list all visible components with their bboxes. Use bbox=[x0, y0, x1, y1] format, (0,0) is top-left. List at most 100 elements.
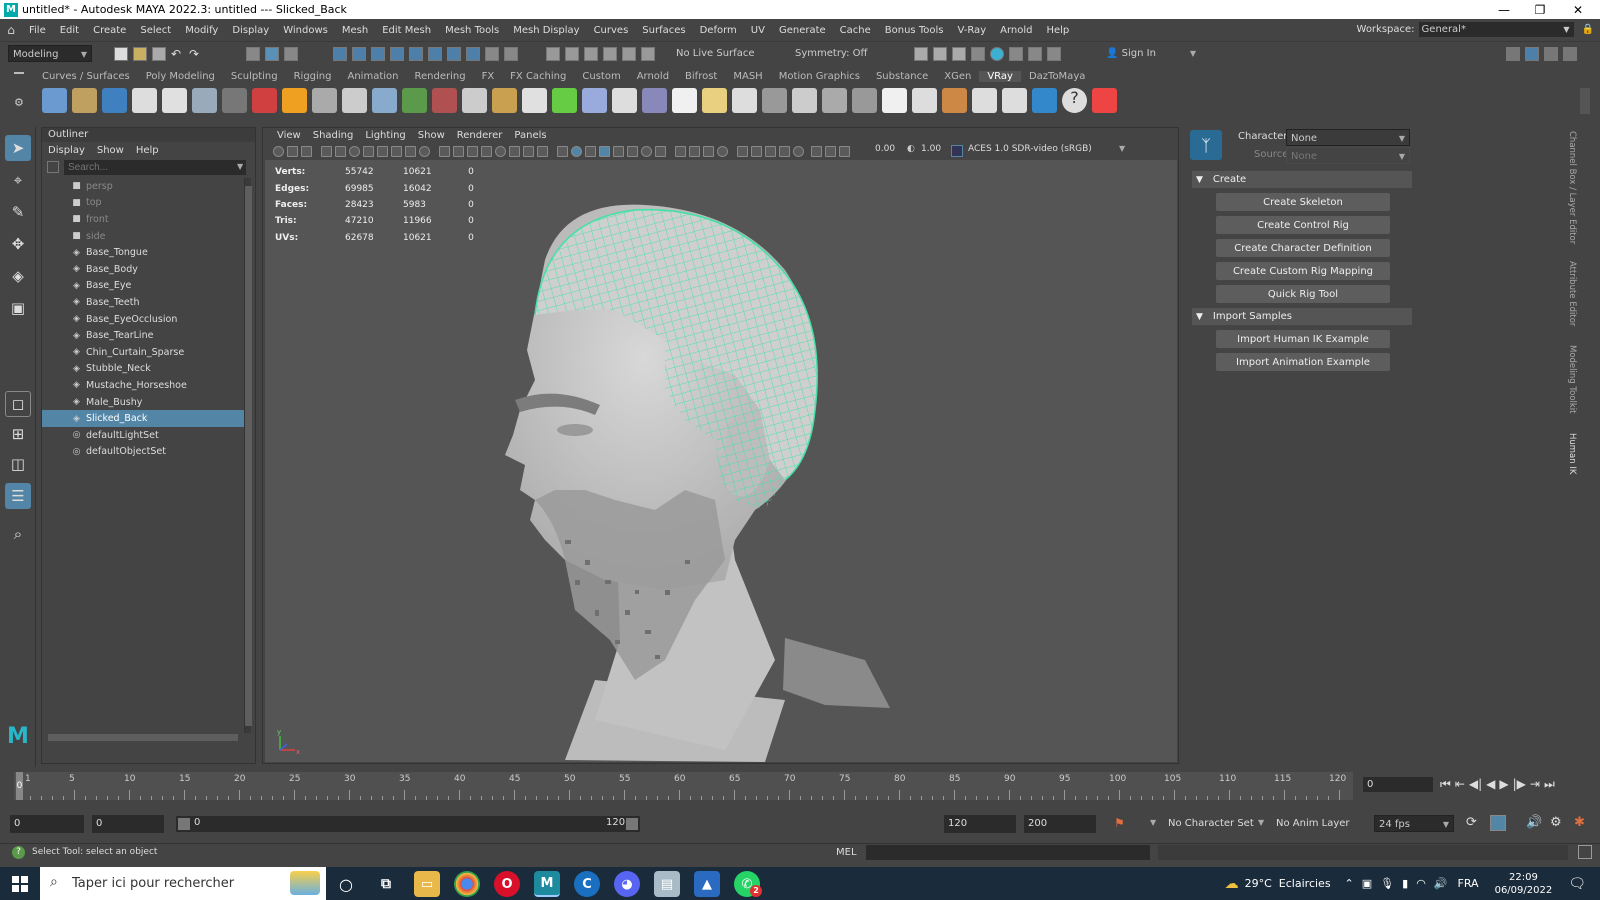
new-scene-icon[interactable] bbox=[114, 47, 128, 61]
vray-color-icon[interactable] bbox=[1032, 88, 1057, 113]
import-samples-section[interactable]: ▼ Import Samples bbox=[1192, 308, 1412, 325]
pan-icon[interactable] bbox=[793, 146, 804, 157]
shelf-tab-vray[interactable]: VRay bbox=[979, 71, 1021, 82]
vray-camera-icon[interactable] bbox=[222, 88, 247, 113]
menu-bonus-tools[interactable]: Bonus Tools bbox=[878, 25, 951, 36]
outliner-item-mustache-horseshoe[interactable]: ◈ Mustache_Horseshoe bbox=[42, 377, 244, 394]
vray-plant-icon[interactable] bbox=[552, 88, 577, 113]
menu-edit[interactable]: Edit bbox=[53, 25, 86, 36]
task-view-icon[interactable]: ⧉ bbox=[373, 871, 399, 897]
vray-cosmos-icon[interactable] bbox=[1002, 88, 1027, 113]
head-model[interactable]: y x bbox=[265, 160, 1177, 762]
default-material-icon[interactable] bbox=[453, 146, 464, 157]
command-line-input[interactable] bbox=[866, 845, 1150, 860]
live-surface-field[interactable]: No Live Surface bbox=[672, 45, 772, 62]
time-slider[interactable]: 1 5 10 15 20 25 30 35 40 45 50 55 60 65 70 75 80 85 90 95 10… bbox=[14, 768, 1353, 802]
vray-chaos-cloud-icon[interactable] bbox=[942, 88, 967, 113]
scale-tool-icon[interactable]: ▣ bbox=[5, 295, 31, 321]
film-gate-icon[interactable] bbox=[335, 146, 346, 157]
taskbar-search-box[interactable]: ⌕ Taper ici pour rechercher bbox=[40, 867, 326, 900]
vray-sphere-light-icon[interactable] bbox=[162, 88, 187, 113]
vray-sphere-icon[interactable] bbox=[522, 88, 547, 113]
ambient-occlusion-icon[interactable] bbox=[523, 146, 534, 157]
shelf-tab-arnold[interactable]: Arnold bbox=[629, 71, 677, 82]
range-end-handle[interactable] bbox=[626, 818, 638, 830]
tray-chevron-icon[interactable]: ⌃ bbox=[1345, 877, 1354, 890]
menu-cache[interactable]: Cache bbox=[833, 25, 878, 36]
ipr-render-icon[interactable] bbox=[952, 47, 966, 61]
wireframe-icon[interactable] bbox=[419, 146, 430, 157]
attribute-editor-icon[interactable] bbox=[1525, 47, 1539, 61]
photos-icon[interactable]: ▲ bbox=[694, 871, 720, 897]
minimize-icon[interactable]: — bbox=[1486, 0, 1522, 19]
shelf-tab-animation[interactable]: Animation bbox=[340, 71, 407, 82]
shelf-tab-mash[interactable]: MASH bbox=[725, 71, 770, 82]
snap-live-icon[interactable] bbox=[622, 47, 636, 61]
create-custom-rig-mapping-button[interactable]: Create Custom Rig Mapping bbox=[1216, 262, 1390, 280]
menu-select[interactable]: Select bbox=[133, 25, 178, 36]
outliner-item-defaultobjectset[interactable]: ◎ defaultObjectSet bbox=[42, 444, 244, 461]
gamma-value[interactable]: 1.00 bbox=[921, 144, 941, 154]
clock[interactable]: 22:09 06/09/2022 bbox=[1495, 871, 1553, 897]
hypershade-icon[interactable] bbox=[990, 47, 1004, 61]
microphone-icon[interactable]: 🎙 bbox=[1380, 877, 1394, 890]
gate-mask-icon[interactable] bbox=[363, 146, 374, 157]
outliner-item-top[interactable]: ■ top bbox=[42, 195, 244, 212]
image-plane-icon[interactable] bbox=[301, 146, 312, 157]
menu-create[interactable]: Create bbox=[86, 25, 133, 36]
symmetry-field[interactable]: Symmetry: Off bbox=[791, 45, 871, 62]
render-setup-icon[interactable] bbox=[1009, 47, 1023, 61]
menu-display[interactable]: Display bbox=[225, 25, 276, 36]
select-component-icon[interactable] bbox=[284, 47, 298, 61]
outliner-item-chin-curtain-sparse[interactable]: ◈ Chin_Curtain_Sparse bbox=[42, 344, 244, 361]
viewport-menu-lighting[interactable]: Lighting bbox=[359, 130, 411, 141]
vray-ball-icon[interactable] bbox=[822, 88, 847, 113]
vray-mesh-light-icon[interactable] bbox=[792, 88, 817, 113]
viewport-menu-panels[interactable]: Panels bbox=[508, 130, 552, 141]
select-by-handle-icon[interactable] bbox=[333, 47, 347, 61]
outliner-menu-display[interactable]: Display bbox=[48, 145, 85, 156]
3d-viewport[interactable]: Verts: 55742 10621 0 Edges: 69985 16042 0 Faces:… bbox=[265, 160, 1177, 762]
vray-toon-icon[interactable] bbox=[462, 88, 487, 113]
shelf-scroll[interactable] bbox=[1580, 88, 1590, 114]
frame-selected-icon[interactable] bbox=[779, 146, 790, 157]
shelf-tab-rigging[interactable]: Rigging bbox=[286, 71, 340, 82]
tab-channel-box[interactable]: Channel Box / Layer Editor bbox=[1567, 131, 1577, 244]
snap-curve-icon[interactable] bbox=[565, 47, 579, 61]
four-view-icon[interactable]: ⊞ bbox=[5, 421, 31, 447]
outliner-item-base-tearline[interactable]: ◈ Base_TearLine bbox=[42, 327, 244, 344]
menu-uv[interactable]: UV bbox=[744, 25, 772, 36]
outliner-item-male-bushy[interactable]: ◈ Male_Bushy bbox=[42, 394, 244, 411]
outliner-item-persp[interactable]: ■ persp bbox=[42, 178, 244, 195]
file-explorer-icon[interactable]: ▭ bbox=[414, 871, 440, 897]
menu-surfaces[interactable]: Surfaces bbox=[635, 25, 692, 36]
playback-start-field[interactable]: 0 bbox=[92, 815, 164, 833]
discord-icon[interactable]: ◕ bbox=[614, 871, 640, 897]
menu-curves[interactable]: Curves bbox=[587, 25, 636, 36]
vray-scatter-icon[interactable] bbox=[582, 88, 607, 113]
bake-icon[interactable] bbox=[751, 146, 762, 157]
camera-icon[interactable] bbox=[655, 146, 666, 157]
go-to-end-icon[interactable]: ⏭ bbox=[1544, 777, 1555, 792]
app-c-icon[interactable]: C bbox=[574, 871, 600, 897]
menu-windows[interactable]: Windows bbox=[276, 25, 335, 36]
action-center-icon[interactable]: 🗨 bbox=[1568, 876, 1586, 892]
shelf-tab-bifrost[interactable]: Bifrost bbox=[677, 71, 725, 82]
language-indicator[interactable]: FRA bbox=[1458, 877, 1479, 890]
menu-mesh-tools[interactable]: Mesh Tools bbox=[438, 25, 506, 36]
viewport-hud-icon[interactable] bbox=[717, 146, 728, 157]
shelf-tab-xgen[interactable]: XGen bbox=[936, 71, 979, 82]
search-dropdown-icon[interactable]: ▼ bbox=[237, 162, 243, 171]
vray-fur-icon[interactable] bbox=[402, 88, 427, 113]
use-lights-icon[interactable] bbox=[495, 146, 506, 157]
step-forward-key-icon[interactable]: ⇥ bbox=[1530, 777, 1540, 791]
select-by-deformation-icon[interactable] bbox=[409, 47, 423, 61]
menu-mesh-display[interactable]: Mesh Display bbox=[506, 25, 586, 36]
frame-all-icon[interactable] bbox=[765, 146, 776, 157]
character-set-value[interactable]: No Character Set bbox=[1168, 818, 1254, 829]
outliner-scroll-thumb[interactable] bbox=[245, 186, 252, 726]
select-tool-icon[interactable]: ➤ bbox=[5, 135, 31, 161]
exposure-icon[interactable] bbox=[737, 146, 748, 157]
field-chart-icon[interactable] bbox=[377, 146, 388, 157]
outliner-layout-icon[interactable]: ☰ bbox=[5, 483, 31, 509]
